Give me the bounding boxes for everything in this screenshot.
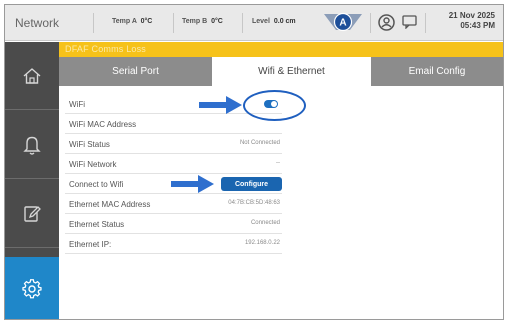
divider [370, 13, 371, 33]
divider [93, 13, 94, 33]
sidebar-item-notes[interactable] [5, 180, 59, 248]
ethernet-ip-row: Ethernet IP: 192.168.0.22 [65, 234, 282, 254]
time-text: 05:43 PM [460, 21, 495, 30]
temp-a-value: 0°C [140, 18, 153, 25]
top-bar: Network Temp A 0°C Temp B 0°C Level 0.0 … [5, 5, 503, 41]
wifi-status-label: WiFi Status [69, 140, 110, 149]
gear-icon [22, 279, 42, 299]
ethernet-mac-label: Ethernet MAC Address [69, 200, 151, 209]
wifi-mac-row: WiFi MAC Address [65, 114, 282, 134]
wifi-network-value: -- [276, 160, 280, 166]
sidebar-item-home[interactable] [5, 42, 59, 110]
ethernet-ip-label: Ethernet IP: [69, 240, 112, 249]
configure-button[interactable]: Configure [221, 177, 282, 191]
wifi-label: WiFi [69, 100, 85, 109]
datetime: 21 Nov 2025 05:43 PM [449, 11, 495, 31]
alert-text: DFAF Comms Loss [65, 44, 147, 54]
wifi-status-row: WiFi Status Not Connected [65, 134, 282, 154]
sidebar [5, 42, 59, 319]
alert-banner: DFAF Comms Loss [59, 42, 503, 57]
tab-email-config[interactable]: Email Config [371, 57, 503, 86]
ethernet-status-label: Ethernet Status [69, 220, 125, 229]
ethernet-mac-value: 04:7B:CB:5D:48:63 [228, 200, 280, 206]
divider [425, 13, 426, 33]
sidebar-item-alarms[interactable] [5, 111, 59, 179]
pointer-arrow-icon [171, 175, 214, 193]
temp-b-label: Temp B [182, 18, 208, 25]
level-readout: Level 0.0 cm [252, 18, 296, 25]
wifi-mac-label: WiFi MAC Address [69, 120, 137, 129]
wifi-network-row: WiFi Network -- [65, 154, 282, 174]
badge-letter: A [339, 18, 346, 29]
tab-bar: Serial Port Wifi & Ethernet Email Config [59, 57, 503, 86]
ethernet-ip-value: 192.168.0.22 [244, 240, 280, 246]
home-icon [23, 67, 41, 84]
wifi-status-value: Not Connected [239, 140, 280, 146]
message-icon[interactable] [402, 15, 417, 29]
temp-b-value: 0°C [211, 18, 223, 25]
bell-icon [23, 136, 41, 155]
connect-wifi-label: Connect to Wifi [69, 180, 124, 189]
wifi-row: WiFi [65, 90, 306, 121]
temp-b-readout: Temp B 0°C [182, 18, 223, 25]
tab-wifi-ethernet[interactable]: Wifi & Ethernet [212, 57, 371, 86]
device-screen: Network Temp A 0°C Temp B 0°C Level 0.0 … [4, 4, 504, 320]
level-label: Level [252, 18, 270, 25]
temp-a-label: Temp A [112, 18, 137, 25]
divider [173, 13, 174, 33]
ethernet-mac-row: Ethernet MAC Address 04:7B:CB:5D:48:63 [65, 194, 282, 214]
ethernet-status-value: Connected [250, 220, 280, 226]
user-icon[interactable] [378, 14, 395, 31]
divider [242, 13, 243, 33]
ethernet-status-row: Ethernet Status Connected [65, 214, 282, 234]
page-title: Network [15, 16, 60, 30]
settings-panel: WiFi WiFi MAC Address WiFi Status Not Co… [59, 86, 503, 319]
tab-serial-port[interactable]: Serial Port [59, 57, 212, 86]
edit-icon [24, 205, 41, 222]
date-text: 21 Nov 2025 [448, 11, 495, 20]
temp-a-readout: Temp A 0°C [112, 18, 152, 25]
pointer-arrow-icon [199, 96, 242, 114]
status-badge-icon[interactable]: A [323, 11, 363, 33]
wifi-network-label: WiFi Network [69, 160, 117, 169]
level-value: 0.0 cm [273, 18, 296, 25]
sidebar-item-settings[interactable] [5, 257, 59, 319]
